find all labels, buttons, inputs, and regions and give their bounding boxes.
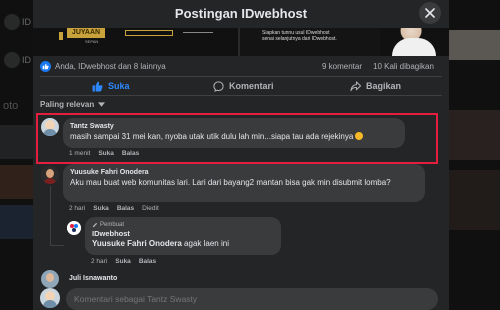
comment-button[interactable]: Komentari [213, 78, 274, 94]
comment-like-link[interactable]: Suka [98, 150, 114, 157]
commenter-name[interactable]: Juli Isnawanto [69, 274, 117, 283]
comment-reply-link[interactable]: Balas [117, 205, 134, 212]
comment-bubble: Yuusuke Fahri Onodera Aku mau buat web k… [63, 164, 425, 202]
thread-line [50, 186, 51, 246]
reactions-text[interactable]: Anda, IDwebhost dan 8 lainnya [55, 62, 166, 71]
comment-meta: 1 menit Suka Balas [69, 150, 139, 157]
post-actions: Suka Komentari Bagikan [40, 78, 442, 94]
comment-composer [40, 286, 442, 310]
idwebhost-logo-icon [67, 221, 81, 235]
post-image-badge [125, 30, 173, 36]
comment-reply-link[interactable]: Balas [139, 258, 156, 265]
comment-meta: 2 hari Suka Balas [91, 258, 156, 265]
share-button[interactable]: Bagikan [350, 78, 401, 94]
share-icon [350, 80, 361, 91]
post-image-divider [183, 32, 213, 33]
comment-like-link[interactable]: Suka [115, 258, 131, 265]
like-reaction-icon [40, 61, 51, 72]
comment-text-content: masih sampai 31 mei kan, nyoba utak utik… [70, 132, 354, 141]
thread-line [50, 245, 64, 246]
commenter-avatar[interactable] [41, 166, 59, 184]
comment-like-link[interactable]: Suka [93, 205, 109, 212]
comment-text: Aku mau buat web komunitas lari. Lari da… [70, 178, 391, 187]
reactions-summary: Anda, IDwebhost dan 8 lainnya 9 komentar… [40, 60, 442, 74]
reply-bubble: Pembuat IDwebhost Yuusuke Fahri Onodera … [85, 217, 281, 255]
divider [40, 95, 442, 96]
post-image-logo: JUYAAN [67, 28, 105, 38]
comment-input[interactable] [66, 288, 438, 310]
comment-icon [213, 80, 224, 92]
pencil-icon [92, 222, 98, 228]
chevron-down-icon [98, 102, 106, 107]
commenter-name[interactable]: Yuusuke Fahri Onodera [70, 168, 418, 177]
post-image[interactable]: JUYAAN SEPAN Siapkan tunnu usul IDwebhos… [33, 28, 449, 56]
trophy-icon [59, 32, 63, 40]
close-icon [425, 8, 435, 18]
current-user-avatar[interactable] [40, 288, 60, 308]
comment-text: Yuusuke Fahri Onodera agak laen ini [92, 238, 274, 249]
sort-label: Paling relevan [40, 100, 95, 109]
like-label: Suka [108, 81, 130, 91]
share-label: Bagikan [366, 81, 402, 91]
idwebhost-avatar[interactable] [67, 221, 81, 235]
comment-edited-label[interactable]: Diedit [142, 205, 159, 212]
thumbs-up-icon [92, 81, 103, 91]
comment-text-content: agak laen ini [184, 239, 229, 248]
post-image-left-panel: JUYAAN SEPAN [33, 28, 238, 56]
modal-header: Postingan IDwebhost [33, 0, 449, 28]
comment-reply-link[interactable]: Balas [122, 150, 139, 157]
modal-title: Postingan IDwebhost [174, 6, 308, 21]
share-count[interactable]: 10 Kali dibagikan [373, 62, 434, 71]
commenter-avatar[interactable] [41, 118, 59, 136]
like-button[interactable]: Suka [92, 78, 130, 94]
comment-mention[interactable]: Yuusuke Fahri Onodera [92, 239, 182, 248]
comment-count[interactable]: 9 komentar [322, 62, 362, 71]
divider [40, 76, 442, 77]
commenter-name[interactable]: Tantz Swasty [70, 122, 398, 131]
comment-bubble: Tantz Swasty masih sampai 31 mei kan, ny… [63, 118, 405, 148]
comment-time[interactable]: 2 hari [91, 258, 107, 265]
sort-dropdown[interactable]: Paling relevan [40, 100, 106, 109]
post-image-tagline: Siapkan tunnu usul IDwebhost senai selan… [262, 30, 337, 42]
comment-time[interactable]: 2 hari [69, 205, 85, 212]
comment-time[interactable]: 1 menit [69, 150, 90, 157]
post-modal: Postingan IDwebhost JUYAAN SEPAN Siapkan… [33, 0, 449, 310]
comment-meta: 2 hari Suka Balas Diedit [69, 205, 159, 212]
smile-emoji-icon [355, 132, 364, 140]
comment-text: masih sampai 31 mei kan, nyoba utak utik… [70, 131, 398, 142]
author-badge: Pembuat [92, 221, 274, 229]
comment-label: Komentari [229, 81, 274, 91]
close-button[interactable] [419, 2, 441, 24]
post-image-right-panel: Siapkan tunnu usul IDwebhost senai selan… [240, 28, 449, 56]
author-badge-label: Pembuat [100, 222, 125, 228]
commenter-name[interactable]: IDwebhost [92, 229, 274, 238]
post-image-small-text: SEPAN [85, 39, 99, 44]
